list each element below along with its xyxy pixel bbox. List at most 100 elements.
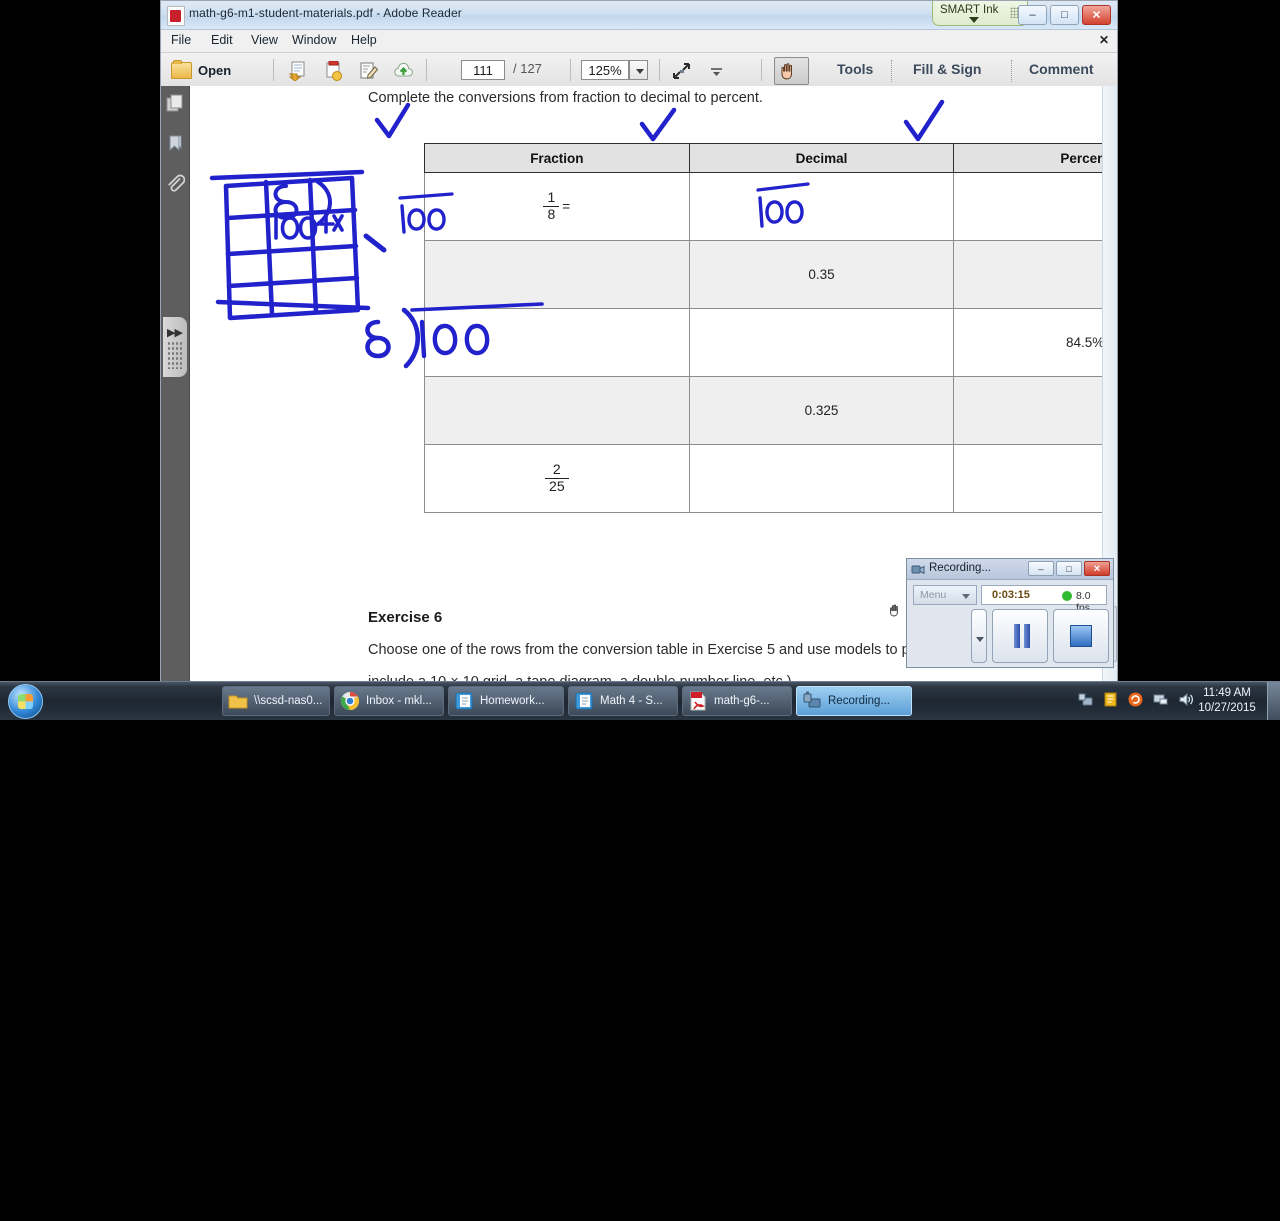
toolbar-separator-5 xyxy=(761,59,762,81)
zoom-level-input[interactable]: 125% xyxy=(581,60,629,80)
upload-cloud-icon[interactable] xyxy=(393,61,414,81)
toolbar-separator xyxy=(273,59,274,81)
column-header-decimal: Decimal xyxy=(688,143,955,173)
toolbar-dot-separator-2 xyxy=(1011,60,1012,82)
recording-dialog[interactable]: Recording... – □ ✕ Menu 0:03:15 8.0 fps xyxy=(906,558,1114,668)
tray-network-icon[interactable] xyxy=(1152,691,1169,708)
taskbar-item-network-folder[interactable]: \\scsd-nas0... xyxy=(222,686,330,716)
toolbar-overflow-icon[interactable] xyxy=(706,61,727,81)
recording-window-controls: – □ ✕ xyxy=(1028,561,1110,576)
toolbar-separator-3 xyxy=(570,59,571,81)
tray-notepad-icon[interactable] xyxy=(1102,691,1119,708)
taskbar-clock[interactable]: 11:49 AM 10/27/2015 xyxy=(1196,686,1258,716)
recording-dialog-title: Recording... xyxy=(929,562,992,574)
maximize-icon: □ xyxy=(1061,9,1068,21)
pause-icon-bar-left xyxy=(1013,624,1020,648)
expand-navigation-pane-button[interactable]: ▶▶ xyxy=(163,317,187,377)
menubar-close-button[interactable]: ✕ xyxy=(1099,33,1109,47)
tray-volume-icon[interactable] xyxy=(1177,691,1194,708)
recording-dialog-titlebar[interactable]: Recording... – □ ✕ xyxy=(907,559,1113,580)
table-row: 2 25 xyxy=(424,444,1117,513)
elapsed-time-label: 0:03:15 xyxy=(992,589,1030,601)
page-total-label: / 127 xyxy=(513,61,542,76)
system-tray xyxy=(1077,691,1194,708)
menu-window[interactable]: Window xyxy=(292,33,336,47)
recording-controls xyxy=(913,609,1109,663)
equals-sign: = xyxy=(562,199,571,214)
taskbar-item-chrome-inbox[interactable]: Inbox - mkl... xyxy=(334,686,444,716)
taskbar-item-label: \\scsd-nas0... xyxy=(254,695,323,707)
tray-update-icon[interactable] xyxy=(1127,691,1144,708)
recording-minimize-button[interactable]: – xyxy=(1028,561,1054,576)
taskbar-item-recording[interactable]: Recording... xyxy=(796,686,912,716)
maximize-button[interactable]: □ xyxy=(1050,5,1079,25)
status-indicator-dot xyxy=(1062,591,1072,601)
save-file-icon[interactable] xyxy=(288,61,309,82)
recording-close-button[interactable]: ✕ xyxy=(1084,561,1110,576)
cell-percent-4 xyxy=(953,376,1117,445)
toolbar-separator-2 xyxy=(426,59,427,81)
menu-help[interactable]: Help xyxy=(351,33,377,47)
fraction-two-twentyfifths: 2 25 xyxy=(545,462,569,494)
cell-percent-2 xyxy=(953,240,1117,309)
recording-menu-dropdown[interactable]: Menu xyxy=(913,585,977,605)
recording-maximize-button[interactable]: □ xyxy=(1056,561,1082,576)
cell-decimal-3 xyxy=(688,308,955,377)
grip-dots-icon xyxy=(167,341,182,369)
open-button[interactable]: Open xyxy=(171,58,231,82)
fit-page-icon[interactable] xyxy=(671,61,692,81)
exercise-heading: Exercise 6 xyxy=(368,609,443,626)
stop-square-icon xyxy=(1069,625,1092,647)
page-thumbnails-icon[interactable] xyxy=(166,94,185,113)
page-number-input[interactable]: 111 xyxy=(461,60,505,80)
folder-icon xyxy=(228,691,248,711)
fill-and-sign-button[interactable]: Fill & Sign xyxy=(913,61,981,77)
cell-percent-1 xyxy=(953,172,1117,241)
taskbar-item-label: Recording... xyxy=(828,695,891,707)
print-file-icon[interactable] xyxy=(323,60,344,81)
tray-recorder-icon[interactable] xyxy=(1077,691,1094,708)
pause-button[interactable] xyxy=(991,609,1048,663)
double-chevron-right-icon: ▶▶ xyxy=(167,327,183,339)
smart-ink-tab[interactable]: SMART Ink xyxy=(932,1,1028,26)
pause-icon-bar-right xyxy=(1023,624,1030,648)
menu-file[interactable]: File xyxy=(171,33,191,47)
taskbar-item-homework[interactable]: Homework... xyxy=(448,686,564,716)
comment-button[interactable]: Comment xyxy=(1029,61,1094,77)
bookmarks-icon[interactable] xyxy=(166,134,185,153)
fraction-one-eighth: 1 8 xyxy=(543,190,560,222)
table-header-row: Fraction Decimal Percent xyxy=(424,143,1117,173)
conversion-table: Fraction Decimal Percent 1 8 = 0.35 84.5… xyxy=(424,143,1117,513)
window-titlebar[interactable]: math-g6-m1-student-materials.pdf - Adobe… xyxy=(161,1,1117,30)
minimize-button[interactable]: – xyxy=(1018,5,1047,25)
cell-decimal-4: 0.325 xyxy=(688,376,955,445)
recording-status-row: Menu 0:03:15 8.0 fps xyxy=(913,585,1107,614)
menu-view[interactable]: View xyxy=(251,33,278,47)
attachments-paperclip-icon[interactable] xyxy=(166,174,186,193)
toolbar: Open 111 / 127 125% Tools Fill & Sign Co… xyxy=(161,53,1117,89)
minimize-icon: – xyxy=(1029,9,1036,21)
hand-tool-button[interactable] xyxy=(774,57,809,85)
table-row: 0.325 xyxy=(424,376,1117,445)
open-button-label: Open xyxy=(198,62,232,78)
taskbar-item-pdf[interactable]: math-g6-... xyxy=(682,686,792,716)
tools-button[interactable]: Tools xyxy=(837,61,873,77)
toolbar-dot-separator-1 xyxy=(891,60,892,82)
show-desktop-button[interactable] xyxy=(1267,682,1280,720)
window-title: math-g6-m1-student-materials.pdf - Adobe… xyxy=(189,6,462,20)
cell-fraction-5: 2 25 xyxy=(424,444,690,513)
taskbar-item-label: Inbox - mkl... xyxy=(366,695,432,707)
stop-button[interactable] xyxy=(1052,609,1109,663)
menu-edit[interactable]: Edit xyxy=(211,33,233,47)
record-options-dropdown[interactable] xyxy=(971,609,987,663)
close-button[interactable]: ✕ xyxy=(1082,5,1111,25)
sign-document-icon[interactable] xyxy=(358,61,379,81)
zoom-dropdown-arrow-icon[interactable] xyxy=(629,60,648,80)
start-button[interactable] xyxy=(8,684,43,719)
close-icon: ✕ xyxy=(1091,9,1102,22)
chevron-down-icon[interactable] xyxy=(969,17,979,23)
taskbar-item-math4[interactable]: Math 4 - S... xyxy=(568,686,678,716)
toolbar-separator-4 xyxy=(659,59,660,81)
maximize-icon: □ xyxy=(1066,563,1072,574)
hand-cursor-icon xyxy=(888,601,906,619)
